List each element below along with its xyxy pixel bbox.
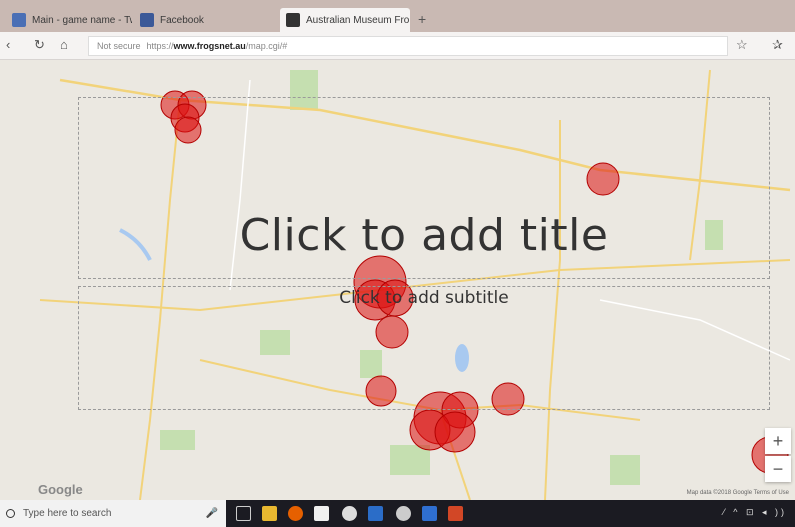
mail-icon[interactable] [314, 506, 329, 521]
file-explorer-icon[interactable] [262, 506, 277, 521]
refresh-icon[interactable]: ↻ [34, 37, 45, 53]
back-icon[interactable]: ‹ [6, 37, 10, 52]
url-host: www.frogsnet.au [173, 41, 246, 51]
record-marker[interactable] [434, 411, 476, 453]
new-tab-button[interactable]: + [418, 11, 426, 27]
tab-label: Facebook [160, 14, 204, 26]
address-bar[interactable]: Not secure https:// www.frogsnet.au /map… [88, 36, 728, 56]
edge-icon[interactable] [368, 506, 383, 521]
chrome-icon[interactable] [342, 506, 357, 521]
slide-title-placeholder[interactable]: Click to add title [78, 210, 770, 261]
favorites-icon[interactable]: ✰ [772, 37, 783, 53]
park-area [610, 455, 640, 485]
windows-taskbar: Type here to search 🎤 ⁄ ^ ⊡ ◂ )) [0, 500, 795, 527]
settings-icon[interactable] [396, 506, 411, 521]
microphone-icon[interactable]: 🎤 [206, 508, 218, 519]
tab-australian-museum[interactable]: Australian Museum Fro ✕ [280, 8, 410, 32]
browser-nav-bar: ‹ ↻ ⌂ Not secure https:// www.frogsnet.a… [0, 32, 795, 60]
tab-label: Australian Museum Fro [306, 14, 410, 26]
home-icon[interactable]: ⌂ [60, 37, 68, 52]
tab-label: Main - game name - Twitter [32, 14, 132, 26]
twitter-favicon-icon [12, 13, 26, 27]
taskbar-search-box[interactable]: Type here to search 🎤 [0, 500, 226, 527]
facebook-favicon-icon [140, 13, 154, 27]
zoom-in-button[interactable]: + [765, 428, 791, 454]
museum-favicon-icon [286, 13, 300, 27]
url-path: /map.cgi/# [245, 41, 288, 51]
outlook-icon[interactable] [422, 506, 437, 521]
cortana-icon [6, 509, 15, 518]
browser-tab-strip: Main - game name - Twitter Facebook Aust… [0, 0, 795, 32]
powerpoint-icon[interactable] [448, 506, 463, 521]
url-scheme: https:// [146, 41, 174, 51]
slide-subtitle-placeholder[interactable]: Click to add subtitle [78, 288, 770, 308]
search-placeholder: Type here to search [23, 508, 112, 519]
tab-twitter[interactable]: Main - game name - Twitter [6, 8, 132, 32]
google-logo: Google [38, 482, 83, 497]
security-label: Not secure [97, 41, 141, 51]
firefox-icon[interactable] [288, 506, 303, 521]
google-map[interactable]: Click to add title Click to add subtitle… [0, 60, 795, 500]
task-view-icon[interactable] [236, 506, 251, 521]
zoom-out-button[interactable]: − [765, 456, 791, 482]
system-tray[interactable]: ⁄ ^ ⊡ ◂ )) [723, 507, 787, 518]
park-area [160, 430, 195, 450]
bookmark-star-icon[interactable]: ☆ [736, 37, 748, 53]
map-attribution[interactable]: Map data ©2018 Google Terms of Use [687, 490, 789, 496]
tab-facebook[interactable]: Facebook [134, 8, 254, 32]
